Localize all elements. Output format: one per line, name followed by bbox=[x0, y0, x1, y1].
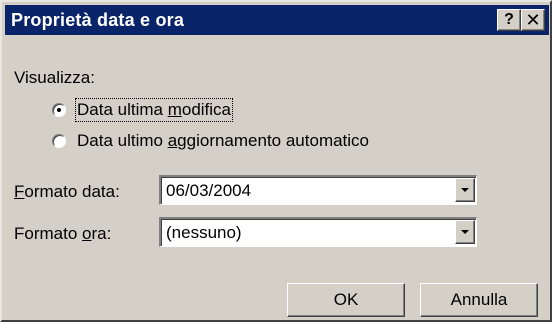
dialog-title: Proprietà data e ora bbox=[11, 10, 185, 30]
radio-last-auto-update[interactable]: Data ultimo aggiornamento automatico bbox=[52, 131, 369, 151]
date-format-value: 06/03/2004 bbox=[166, 181, 252, 200]
help-icon: ? bbox=[504, 11, 514, 28]
chevron-down-icon[interactable] bbox=[455, 178, 475, 202]
radio-button-selected[interactable] bbox=[52, 103, 66, 117]
ok-button[interactable]: OK bbox=[287, 283, 405, 317]
radio-button[interactable] bbox=[52, 134, 66, 148]
title-bar[interactable]: Proprietà data e ora ? ✕ bbox=[5, 5, 549, 35]
help-button[interactable]: ? bbox=[497, 9, 521, 31]
display-label: Visualizza: bbox=[14, 68, 95, 87]
chevron-down-icon[interactable] bbox=[455, 220, 475, 244]
cancel-button[interactable]: Annulla bbox=[420, 283, 538, 317]
time-format-label: Formato ora: bbox=[14, 224, 112, 243]
close-button[interactable]: ✕ bbox=[521, 9, 545, 31]
close-icon: ✕ bbox=[525, 10, 541, 30]
radio-last-auto-update-label: Data ultimo aggiornamento automatico bbox=[77, 131, 370, 150]
radio-last-modified-label: Data ultima modifica bbox=[74, 98, 234, 122]
date-format-dropdown[interactable]: 06/03/2004 bbox=[159, 175, 477, 205]
date-format-label: Formato data: bbox=[14, 182, 120, 201]
radio-last-modified[interactable]: Data ultima modifica bbox=[52, 98, 234, 122]
radio-dot-icon bbox=[57, 108, 61, 112]
time-format-dropdown[interactable]: (nessuno) bbox=[159, 217, 477, 247]
time-format-value: (nessuno) bbox=[166, 223, 242, 242]
date-time-properties-dialog: Proprietà data e ora ? ✕ Visualizza: Dat… bbox=[0, 0, 552, 322]
